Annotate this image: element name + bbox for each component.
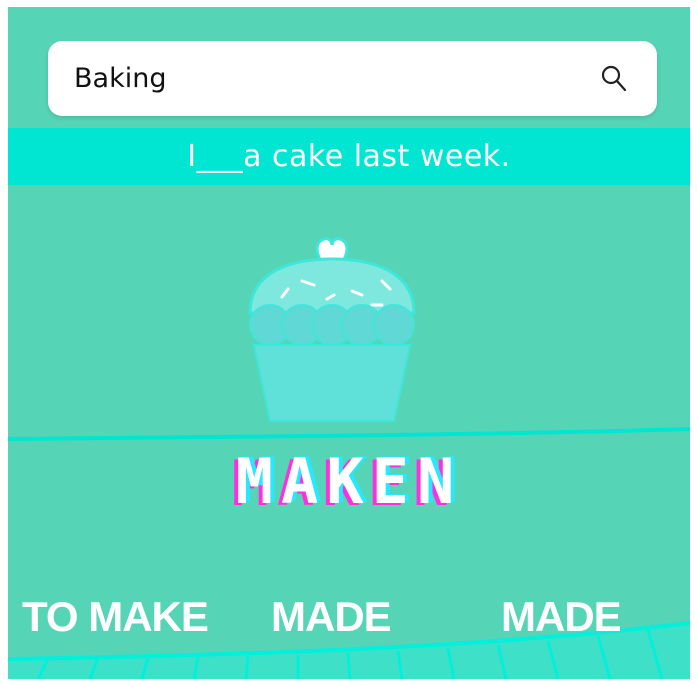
answer-option-3[interactable]: MADE xyxy=(501,593,622,641)
fill-in-sentence: I___a cake last week. xyxy=(187,139,511,174)
game-screen: Baking I___a cake last week. MAKEN MAKEN… xyxy=(8,7,690,679)
cupcake-illustration xyxy=(248,237,416,422)
answer-option-2[interactable]: MADE xyxy=(271,593,392,641)
target-word-text: MAKEN xyxy=(235,445,463,518)
search-icon[interactable] xyxy=(599,63,629,93)
search-bar[interactable]: Baking xyxy=(48,41,657,116)
answer-option-1[interactable]: TO MAKE xyxy=(22,593,209,641)
target-word: MAKEN MAKEN MAKEN xyxy=(8,444,690,520)
search-input[interactable]: Baking xyxy=(74,63,166,94)
sentence-banner: I___a cake last week. xyxy=(8,128,690,185)
